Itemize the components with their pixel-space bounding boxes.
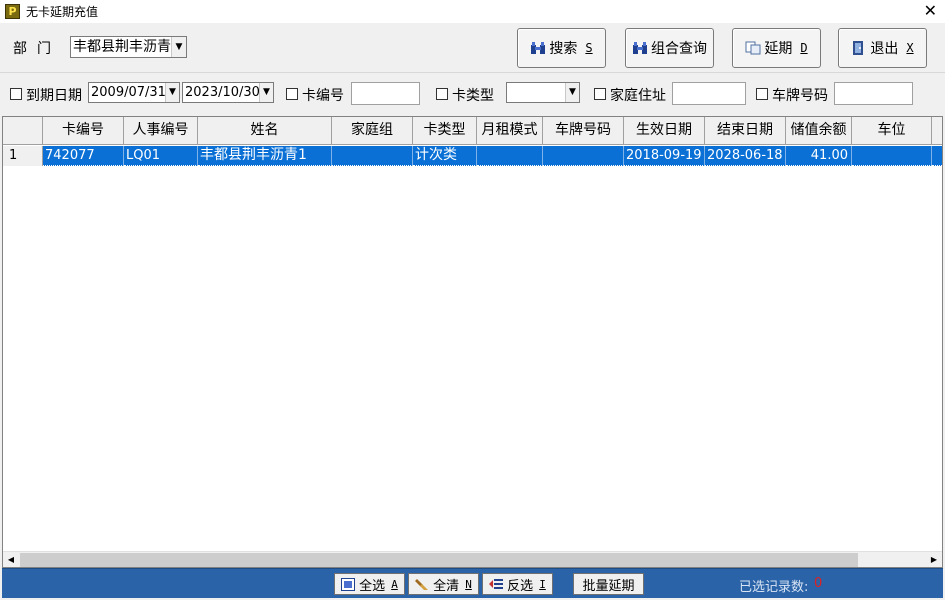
scroll-left-icon[interactable]: ◀ — [3, 552, 19, 567]
address-input[interactable] — [672, 82, 746, 105]
grid-header: 卡编号 人事编号 姓名 家庭组 卡类型 月租模式 车牌号码 生效日期 结束日期 … — [3, 117, 942, 145]
col-header[interactable]: 卡编号 — [43, 117, 124, 145]
col-header[interactable]: 结束日期 — [705, 117, 786, 145]
col-header[interactable]: 生效日期 — [624, 117, 705, 145]
toolbar: 部门 丰都县荆丰沥青 ▼ 搜索 S 组合查询 延期 D 退出 X — [0, 23, 945, 71]
exit-button-label: 退出 — [870, 41, 899, 57]
batch-extend-button[interactable]: 批量延期 — [573, 573, 644, 595]
invert-select-hotkey: I — [539, 577, 546, 591]
chevron-down-icon[interactable]: ▼ — [165, 83, 179, 102]
status-bar: 全选 A 全清 N 反选 I 批量延期 已选记录数: 0 — [2, 568, 943, 598]
cell-staff-no[interactable]: LQ01 — [124, 146, 198, 166]
cell-extra[interactable] — [932, 146, 942, 166]
clear-all-button[interactable]: 全清 N — [408, 573, 479, 595]
cell-family-group[interactable] — [332, 146, 413, 166]
clear-all-label: 全清 — [433, 578, 460, 594]
invert-list-icon — [489, 578, 504, 591]
exit-hotkey: X — [906, 41, 914, 55]
extend-button[interactable]: 延期 D — [732, 28, 821, 68]
date-from-value: 2009/07/31 — [91, 85, 166, 100]
selected-count-value: 0 — [814, 576, 823, 591]
scroll-thumb[interactable] — [20, 553, 858, 567]
expire-date-checkbox[interactable] — [10, 88, 22, 100]
dept-label: 部门 — [13, 41, 61, 57]
chevron-down-icon[interactable]: ▼ — [565, 83, 579, 102]
extend-button-label: 延期 — [764, 41, 793, 57]
dept-select[interactable]: 丰都县荆丰沥青 ▼ — [70, 36, 187, 58]
card-no-input[interactable] — [351, 82, 420, 105]
address-label: 家庭住址 — [610, 88, 666, 104]
card-no-checkbox[interactable] — [286, 88, 298, 100]
search-button[interactable]: 搜索 S — [517, 28, 606, 68]
address-checkbox[interactable] — [594, 88, 606, 100]
combo-query-label: 组合查询 — [651, 41, 707, 57]
row-number: 1 — [3, 146, 43, 166]
select-all-button[interactable]: 全选 A — [334, 573, 405, 595]
date-to-picker[interactable]: 2023/10/30 ▼ — [182, 82, 274, 103]
select-all-icon — [341, 577, 356, 591]
col-header[interactable]: 人事编号 — [124, 117, 198, 145]
col-header[interactable]: 车位 — [852, 117, 932, 145]
broom-icon — [415, 578, 429, 591]
cell-card-no[interactable]: 742077 — [43, 146, 124, 166]
selected-count-label: 已选记录数: — [739, 580, 809, 595]
col-header[interactable]: 月租模式 — [477, 117, 543, 145]
invert-select-button[interactable]: 反选 I — [482, 573, 553, 595]
cell-card-type[interactable]: 计次类 — [413, 146, 477, 166]
extend-hotkey: D — [800, 41, 808, 55]
col-header[interactable]: 车牌号码 — [543, 117, 624, 145]
main-window: P 无卡延期充值 ✕ 部门 丰都县荆丰沥青 ▼ 搜索 S 组合查询 延期 D 退… — [0, 0, 945, 600]
chevron-down-icon[interactable]: ▼ — [259, 83, 273, 102]
plate-checkbox[interactable] — [756, 88, 768, 100]
card-type-select[interactable]: ▼ — [506, 82, 580, 103]
cell-slot[interactable] — [852, 146, 932, 166]
card-no-label: 卡编号 — [302, 88, 344, 104]
expire-date-label: 到期日期 — [26, 88, 82, 104]
cell-rent-mode[interactable] — [477, 146, 543, 166]
card-type-label: 卡类型 — [452, 88, 494, 104]
clear-all-hotkey: N — [465, 577, 472, 591]
card-type-checkbox[interactable] — [436, 88, 448, 100]
col-header[interactable]: 过 — [932, 117, 942, 145]
cell-name[interactable]: 丰都县荆丰沥青1 — [198, 146, 332, 166]
chevron-down-icon[interactable]: ▼ — [171, 37, 186, 57]
app-icon: P — [5, 4, 20, 19]
cell-balance[interactable]: 41.00 — [786, 146, 852, 166]
filter-bar: 到期日期 2009/07/31 ▼ 2023/10/30 ▼ 卡编号 卡类型 ▼… — [0, 72, 945, 114]
combo-query-button[interactable]: 组合查询 — [625, 28, 714, 68]
cell-start-date[interactable]: 2018-09-19 — [624, 146, 705, 166]
invert-select-label: 反选 — [507, 578, 534, 594]
cell-plate[interactable] — [543, 146, 624, 166]
horizontal-scrollbar[interactable]: ◀ ▶ — [3, 551, 942, 567]
select-all-label: 全选 — [359, 578, 386, 594]
exit-button[interactable]: 退出 X — [838, 28, 927, 68]
plate-label: 车牌号码 — [772, 88, 828, 104]
binoculars-icon — [530, 41, 546, 55]
table-row[interactable]: 1 742077 LQ01 丰都县荆丰沥青1 计次类 2018-09-19 20… — [3, 146, 942, 166]
scroll-right-icon[interactable]: ▶ — [926, 552, 942, 567]
col-header[interactable]: 姓名 — [198, 117, 332, 145]
search-button-label: 搜索 — [549, 41, 578, 57]
col-header[interactable]: 家庭组 — [332, 117, 413, 145]
binoculars-icon — [632, 41, 648, 55]
col-header[interactable]: 卡类型 — [413, 117, 477, 145]
search-hotkey: S — [585, 41, 593, 55]
select-all-hotkey: A — [391, 577, 398, 591]
grid-corner — [3, 117, 43, 145]
date-to-value: 2023/10/30 — [185, 85, 260, 100]
exit-door-icon — [851, 41, 867, 55]
dept-select-value: 丰都县荆丰沥青 — [73, 39, 171, 55]
window-title: 无卡延期充值 — [26, 5, 99, 19]
date-from-picker[interactable]: 2009/07/31 ▼ — [88, 82, 180, 103]
cell-end-date[interactable]: 2028-06-18 — [705, 146, 786, 166]
copy-icon — [745, 41, 761, 55]
col-header[interactable]: 储值余额 — [786, 117, 852, 145]
card-grid[interactable]: 卡编号 人事编号 姓名 家庭组 卡类型 月租模式 车牌号码 生效日期 结束日期 … — [2, 116, 943, 568]
plate-input[interactable] — [834, 82, 913, 105]
close-icon[interactable]: ✕ — [924, 1, 937, 21]
title-bar: P 无卡延期充值 ✕ — [0, 0, 945, 23]
